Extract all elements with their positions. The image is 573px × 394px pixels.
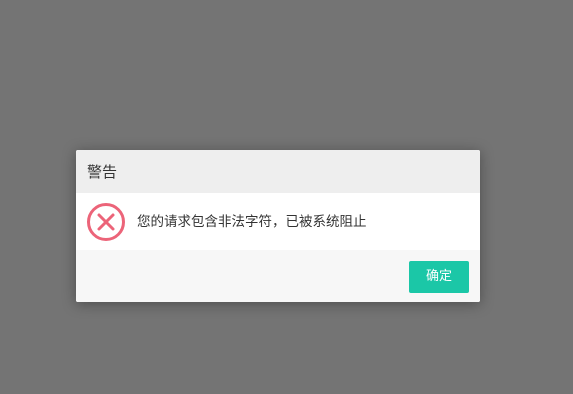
dialog-title: 警告	[87, 163, 118, 181]
error-icon	[87, 203, 125, 241]
confirm-button[interactable]: 确定	[409, 261, 469, 293]
alert-dialog: 警告 您的请求包含非法字符，已被系统阻止 确定	[76, 150, 480, 302]
dialog-header: 警告	[76, 150, 480, 193]
dialog-body: 您的请求包含非法字符，已被系统阻止	[76, 193, 480, 250]
dialog-message: 您的请求包含非法字符，已被系统阻止	[137, 214, 367, 230]
dialog-footer: 确定	[76, 250, 480, 302]
